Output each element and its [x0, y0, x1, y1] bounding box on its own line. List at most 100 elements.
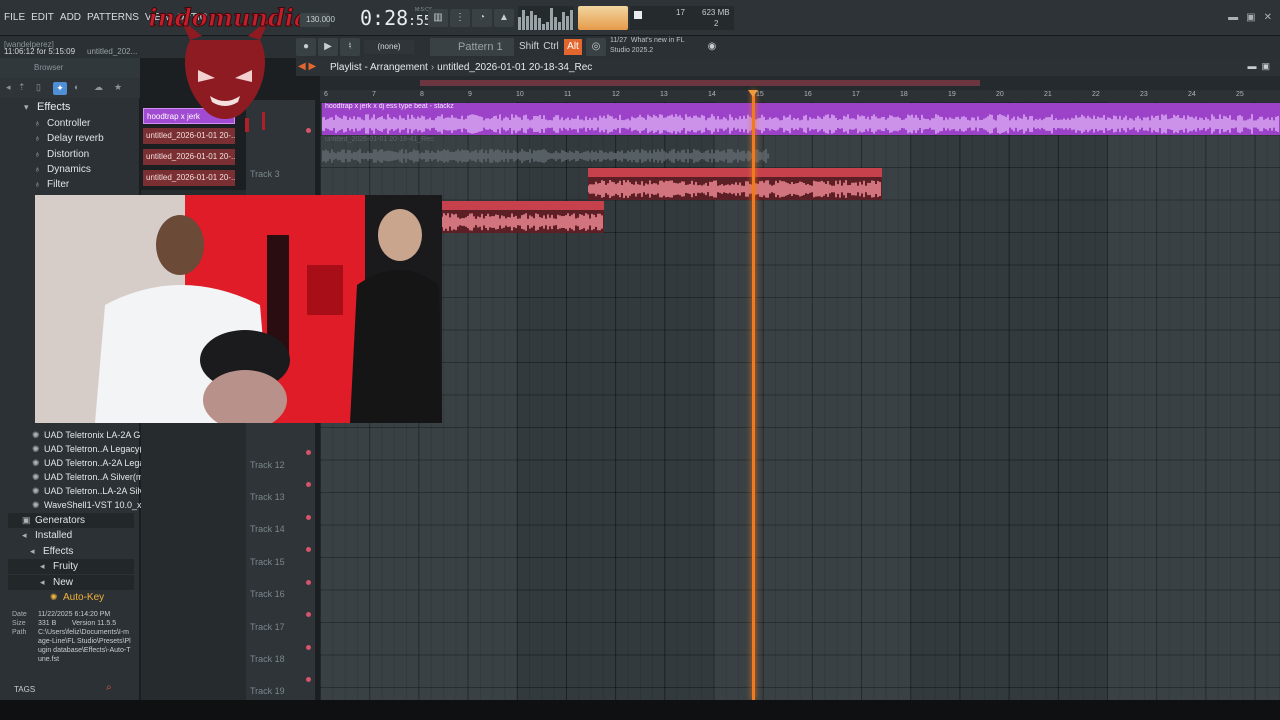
document-icon[interactable]: ▯ [36, 82, 41, 93]
snap-select[interactable]: (none) [364, 40, 414, 54]
folder-dynamics[interactable]: ♁ Dynamics [34, 162, 91, 177]
oscilloscope-bar [558, 22, 561, 30]
clip-source-item[interactable]: untitled_2026-01-01 20-... [143, 149, 235, 165]
file-size-key: Size [12, 620, 26, 627]
folder-installed-effects[interactable]: ◂ Effects [30, 544, 73, 559]
tempo-display[interactable]: 130.000 [300, 13, 335, 27]
waveform [322, 148, 769, 164]
track-name[interactable]: Track 16 [250, 589, 285, 599]
folder-effects[interactable]: ▾ Effects [24, 100, 70, 115]
menu-file[interactable]: FILE [4, 12, 25, 23]
track-name[interactable]: Track 14 [250, 524, 285, 534]
up-icon[interactable]: ⇡ [18, 82, 26, 93]
maximize-icon[interactable]: ▣ [1246, 12, 1255, 23]
close-icon[interactable]: ✕ [1264, 12, 1272, 23]
shift-key[interactable]: Shift [518, 39, 540, 55]
alt-key[interactable]: Alt [564, 39, 582, 55]
track-mute-dot[interactable] [306, 482, 311, 487]
ruler-bar-number: 12 [612, 91, 620, 98]
sample-icon[interactable]: ◐ [74, 82, 79, 92]
plugin-item[interactable]: ✺ UAD Teletron..A-2A Legacy [32, 458, 153, 469]
folder-generators-label: Generators [35, 515, 86, 526]
plugin-label: UAD Teletronix LA-2A Gray [44, 430, 153, 440]
folder-delay-reverb[interactable]: ♁ Delay reverb [34, 131, 104, 146]
plug-icon: ✺ [32, 430, 40, 440]
folder-generators[interactable]: ▣ Generators [8, 513, 134, 528]
plugin-item[interactable]: ✺ UAD Teletron..LA-2A Silver [32, 486, 152, 497]
news-panel[interactable]: 11/27 What's new in FL Studio 2025.2 [610, 36, 684, 56]
timeline-ruler[interactable]: 6 7 8 9 10 11 12 13 14 15 16 17 18 19 20 21 22 23 24 25 [320, 90, 1280, 102]
folder-filter[interactable]: ♁ Filter [34, 177, 69, 192]
track-mute-dot[interactable] [306, 645, 311, 650]
folder-distortion[interactable]: ♁ Distortion [34, 147, 89, 162]
globe-icon[interactable]: ◉ [702, 38, 722, 56]
track-name[interactable]: Track 19 [250, 686, 285, 696]
plug-icon: ✺ [32, 458, 40, 468]
search-icon[interactable]: ⌕ [106, 682, 112, 693]
arrangement-overview[interactable] [320, 76, 1280, 90]
track-mute-dot[interactable] [306, 580, 311, 585]
track-name[interactable]: Track 18 [250, 654, 285, 664]
track-name[interactable]: Track 3 [250, 169, 280, 179]
track-name[interactable]: Track 17 [250, 622, 285, 632]
track-name[interactable]: Track 13 [250, 492, 285, 502]
plugin-item[interactable]: ✺ UAD Teletronix LA-2A Gray [32, 430, 153, 441]
memory-usage: 623 MB [702, 8, 730, 17]
track-mute-dot[interactable] [306, 547, 311, 552]
plugin-item[interactable]: ✺ UAD Teletron..A Legacy(m) [32, 444, 153, 455]
news-title-text: What's new in FL [630, 37, 685, 44]
playlist-header: ◀ ▶ Playlist - Arrangement › untitled_2026… [296, 58, 1280, 76]
arrangement-name[interactable]: untitled_2026-01-01 20-18-34_Rec [437, 62, 592, 73]
window-controls: ▬ ▣ ✕ [1228, 12, 1272, 23]
menu-patterns[interactable]: PATTERNS [87, 12, 139, 23]
playhead-marker[interactable] [748, 90, 758, 97]
menu-add[interactable]: ADD [60, 12, 81, 23]
track-mute-dot[interactable] [306, 612, 311, 617]
menu-edit[interactable]: EDIT [31, 12, 54, 23]
plugin-label: UAD Teletron..LA-2A Silver [44, 486, 152, 496]
metronome-button[interactable]: ▲ [494, 9, 514, 27]
arrow-icon[interactable]: ◂ [6, 82, 11, 93]
typing-keyboard-button[interactable]: ▥ [428, 9, 448, 27]
step-edit-button[interactable]: ⋮ [450, 9, 470, 27]
minimize-icon[interactable]: ▬ [1228, 12, 1238, 23]
ruler-bar-number: 24 [1188, 91, 1196, 98]
track-name[interactable]: Track 15 [250, 557, 285, 567]
plug-icon: ✺ [32, 486, 40, 496]
webcam-person-face [156, 215, 204, 275]
audio-clip-recording[interactable]: untitled_2026-01-01 20-18-34_Rec [588, 168, 882, 200]
microphone-icon[interactable]: ♮ [340, 38, 360, 56]
folder-new[interactable]: ◂ New [8, 575, 134, 590]
folder-controller[interactable]: ♁ Controller [34, 116, 90, 131]
folder-installed[interactable]: ◂ Installed [22, 528, 72, 543]
playlist-window-controls[interactable]: ▬ ▣ [1247, 61, 1270, 72]
news-icon[interactable]: ◎ [586, 38, 606, 56]
track-name[interactable]: Track 12 [250, 460, 285, 470]
track-mute-dot[interactable] [306, 515, 311, 520]
overview-bar [420, 80, 980, 86]
playhead[interactable] [752, 90, 755, 700]
track-mute-dot[interactable] [306, 450, 311, 455]
audio-clip-recording[interactable]: Rec [442, 201, 604, 233]
folder-open-icon: ◂ [40, 577, 45, 587]
wait-record-button[interactable]: ◔ [472, 9, 492, 27]
cloud-icon[interactable]: ☁ [94, 82, 103, 93]
clip-source-item[interactable]: untitled_2026-01-01 20-... [143, 170, 235, 186]
plugin-auto-key[interactable]: ✺ Auto-Key [50, 590, 104, 605]
project-file-name: untitled_202... [87, 47, 138, 56]
plugin-filter-icon[interactable]: ✦ [53, 82, 67, 95]
playlist-tool-icons[interactable]: ◀ ▶ [298, 61, 316, 72]
ruler-bar-number: 10 [516, 91, 524, 98]
ctrl-key[interactable]: Ctrl [542, 39, 560, 55]
oscilloscope-bar [522, 9, 525, 30]
folder-fruity[interactable]: ◂ Fruity [8, 559, 134, 574]
track-mute-dot[interactable] [306, 677, 311, 682]
play-button[interactable]: ▶ [318, 38, 338, 56]
audio-clip-muted[interactable]: untitled_2026-01-01 20-16-41_Rec [322, 136, 770, 166]
pattern-selector[interactable]: Pattern 1 [430, 38, 514, 56]
plugin-item[interactable]: ✺ WaveShell1-VST 10.0_x64 [32, 500, 152, 511]
star-icon[interactable]: ★ [114, 82, 122, 93]
plugin-item[interactable]: ✺ UAD Teletron..A Silver(m) [32, 472, 146, 483]
track-mute-dot[interactable] [306, 128, 311, 133]
audio-clip-beat[interactable]: hoodtrap x jerk x dj ess type beat - sta… [322, 103, 1280, 135]
